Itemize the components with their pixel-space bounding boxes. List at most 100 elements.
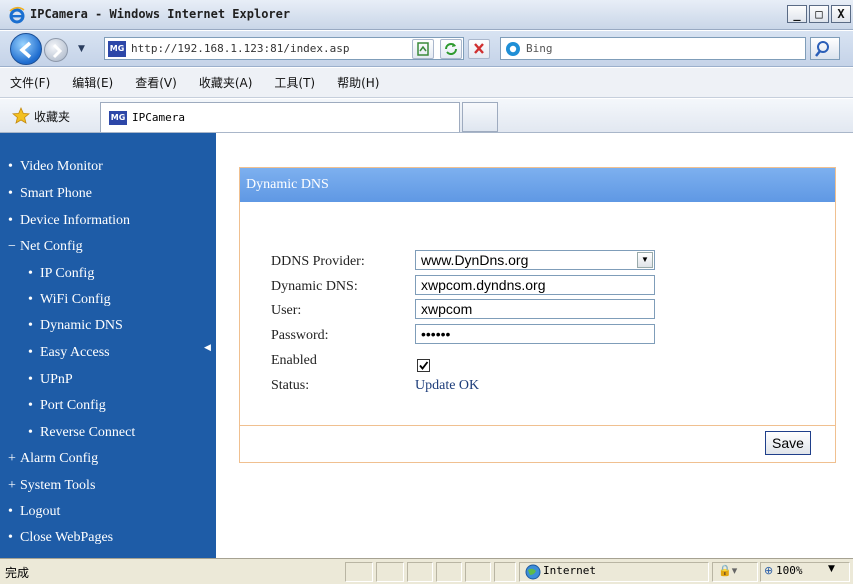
sidebar-item-wifi-config[interactable]: • WiFi Config (28, 292, 111, 308)
password-label: Password: (271, 328, 329, 343)
search-box[interactable]: Bing (500, 37, 806, 60)
sidebar-item-label: UPnP (40, 372, 73, 387)
zoom-button[interactable]: ⊕ (760, 562, 850, 582)
sidebar-item-net-config[interactable]: − Net Config (8, 239, 83, 255)
globe-icon (525, 564, 541, 580)
menu-edit[interactable]: 编辑(E) (72, 74, 113, 91)
tab-favicon-icon: MG (109, 111, 127, 125)
main-content: Dynamic DNS DDNS Provider: www.DynDns.or… (216, 133, 853, 558)
bing-icon (506, 42, 520, 56)
menu-file[interactable]: 文件(F) (10, 74, 50, 91)
dynamic-dns-input[interactable]: xwpcom.dyndns.org (415, 275, 655, 295)
ie-logo-icon (9, 6, 25, 24)
ddns-provider-select[interactable]: www.DynDns.org ▼ (415, 250, 655, 270)
menu-view[interactable]: 查看(V) (135, 74, 177, 91)
history-dropdown-icon[interactable]: ▼ (78, 44, 85, 54)
new-tab-button[interactable] (462, 102, 498, 132)
menu-tools[interactable]: 工具(T) (274, 74, 315, 91)
sidebar-item-label: Logout (20, 504, 61, 519)
sidebar-item-label: Dynamic DNS (40, 318, 123, 333)
save-button[interactable]: Save (765, 431, 811, 455)
search-button[interactable] (810, 37, 840, 60)
status-cell (494, 562, 516, 582)
tab-title: IPCamera (132, 111, 185, 124)
status-cell (465, 562, 491, 582)
site-favicon-icon: MG (108, 41, 126, 57)
zoom-level: 100% (776, 564, 803, 577)
sidebar-item-reverse-connect[interactable]: • Reverse Connect (28, 425, 135, 441)
ddns-provider-value: www.DynDns.org (421, 252, 529, 268)
sidebar-item-label: WiFi Config (40, 292, 111, 307)
forward-arrow-icon (52, 43, 63, 59)
sidebar-item-dynamic-dns[interactable]: • Dynamic DNS (28, 318, 123, 334)
favorites-star-icon[interactable] (12, 107, 30, 125)
sidebar-item-label: Video Monitor (20, 159, 103, 174)
collapse-arrow-icon[interactable]: ◀ (204, 343, 211, 353)
sidebar-item-ip-config[interactable]: • IP Config (28, 266, 94, 282)
sidebar-item-logout[interactable]: • Logout (8, 504, 60, 520)
sidebar-item-smart-phone[interactable]: • Smart Phone (8, 186, 92, 202)
sidebar-item-label: Reverse Connect (40, 425, 136, 440)
maximize-button[interactable]: □ (809, 5, 829, 23)
ddns-panel: Dynamic DNS DDNS Provider: www.DynDns.or… (239, 167, 836, 463)
refresh-icon[interactable] (440, 39, 462, 59)
checkmark-icon (419, 361, 429, 370)
compatibility-view-icon[interactable] (412, 39, 434, 59)
sidebar-item-upnp[interactable]: • UPnP (28, 372, 73, 388)
status-cell (345, 562, 373, 582)
sidebar-item-label: IP Config (40, 266, 95, 281)
sidebar-item-alarm-config[interactable]: + Alarm Config (8, 451, 98, 467)
status-cell (376, 562, 404, 582)
menu-favorites[interactable]: 收藏夹(A) (199, 74, 253, 91)
minimize-button[interactable]: _ (787, 5, 807, 23)
sidebar-item-port-config[interactable]: • Port Config (28, 398, 106, 414)
sidebar-item-video-monitor[interactable]: • Video Monitor (8, 159, 103, 175)
sidebar-item-easy-access[interactable]: • Easy Access (28, 345, 110, 361)
sidebar-item-label: System Tools (20, 478, 96, 493)
sidebar-item-label: Net Config (20, 239, 83, 254)
user-input[interactable]: xwpcom (415, 299, 655, 319)
zone-text: Internet (543, 564, 596, 577)
dynamic-dns-label: Dynamic DNS: (271, 279, 358, 294)
title-bar: IPCamera - Windows Internet Explorer _ □… (0, 0, 853, 30)
sidebar-item-system-tools[interactable]: + System Tools (8, 478, 95, 494)
zoom-icon: ⊕ (764, 564, 774, 577)
back-button[interactable] (10, 33, 42, 65)
status-cell (407, 562, 433, 582)
panel-title: Dynamic DNS (240, 168, 835, 202)
enabled-checkbox[interactable] (417, 359, 430, 372)
close-window-button[interactable]: X (831, 5, 851, 23)
sidebar-item-label: Close WebPages (20, 530, 114, 545)
panel-footer: Save (240, 425, 835, 463)
sidebar-item-label: Alarm Config (20, 451, 99, 466)
favorites-bar: 收藏夹 MG IPCamera (0, 99, 853, 133)
url-text[interactable]: http://192.168.1.123:81/index.asp (131, 42, 350, 55)
search-placeholder: Bing (526, 42, 553, 55)
sidebar-item-close-webpages[interactable]: • Close WebPages (8, 530, 113, 546)
window-title: IPCamera - Windows Internet Explorer (30, 7, 291, 21)
sidebar-item-label: Easy Access (40, 345, 110, 360)
lock-icon: 🔒▾ (718, 564, 738, 577)
address-field[interactable]: MG http://192.168.1.123:81/index.asp ▼ (104, 37, 464, 60)
status-label: Status: (271, 378, 310, 393)
sidebar-item-label: Smart Phone (20, 186, 92, 201)
sidebar: • Video Monitor • Smart Phone • Device Info… (0, 133, 216, 558)
protected-mode-button[interactable]: 🔒▾ (712, 562, 758, 582)
chevron-down-icon[interactable]: ▼ (637, 252, 653, 268)
status-text: 完成 (5, 566, 30, 580)
browser-tab[interactable]: MG IPCamera (100, 102, 460, 132)
stop-icon[interactable] (468, 39, 490, 59)
back-arrow-icon (19, 41, 32, 59)
sidebar-item-label: Device Information (20, 213, 131, 228)
menu-help[interactable]: 帮助(H) (337, 74, 379, 91)
ddns-provider-label: DDNS Provider: (271, 254, 365, 269)
password-input[interactable]: •••••• (415, 324, 655, 344)
favorites-label[interactable]: 收藏夹 (34, 108, 70, 125)
sidebar-item-label: Port Config (40, 398, 106, 413)
magnifier-icon (815, 41, 829, 57)
status-cell (436, 562, 462, 582)
zoom-dropdown-icon[interactable]: ▼ (828, 564, 835, 574)
status-value: Update OK (415, 378, 480, 393)
sidebar-item-device-information[interactable]: • Device Information (8, 213, 130, 229)
forward-button[interactable] (44, 38, 68, 62)
